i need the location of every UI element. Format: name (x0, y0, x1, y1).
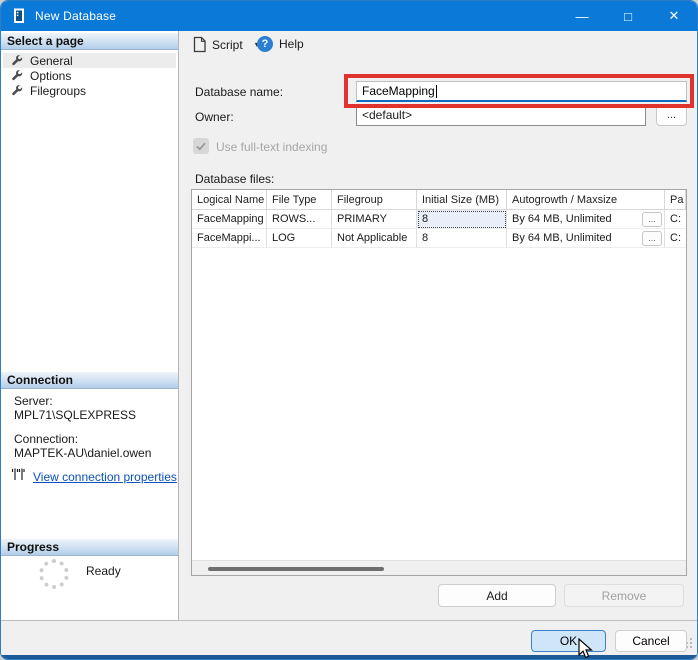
table-row: FaceMappi... LOG Not Applicable 8 By 64 … (192, 229, 686, 248)
grid-header-row: Logical Name File Type Filegroup Initial… (192, 190, 686, 210)
close-button[interactable]: ✕ (651, 1, 697, 31)
help-button[interactable]: ? Help (257, 36, 304, 52)
scrollbar-thumb[interactable] (208, 567, 384, 571)
mouse-cursor (577, 638, 593, 660)
sidebar-item-filegroups[interactable]: Filegroups (3, 83, 176, 98)
cell-logical-name[interactable]: FaceMapping (192, 210, 267, 229)
select-page-header: Select a page (1, 33, 178, 50)
wrench-icon (11, 54, 24, 67)
cell-logical-name[interactable]: FaceMappi... (192, 229, 267, 248)
progress-status: Ready (86, 564, 121, 578)
help-icon: ? (257, 36, 273, 52)
database-name-value: FaceMapping (362, 84, 435, 98)
remove-button: Remove (564, 584, 684, 607)
sidebar-item-options[interactable]: Options (3, 68, 176, 83)
connection-label: Connection: (14, 432, 78, 446)
minimize-button[interactable]: — (559, 1, 605, 31)
connection-header: Connection (1, 372, 178, 389)
cancel-button[interactable]: Cancel (615, 630, 687, 652)
cell-filegroup[interactable]: PRIMARY (332, 210, 417, 229)
sidebar: Select a page General Options Filegroups… (1, 31, 179, 622)
ok-button[interactable]: OK (531, 630, 606, 652)
wrench-icon (11, 69, 24, 82)
help-label: Help (279, 37, 304, 51)
sidebar-item-general[interactable]: General (3, 53, 176, 68)
fulltext-label: Use full-text indexing (216, 140, 327, 154)
server-label: Server: (14, 394, 53, 408)
cell-file-type[interactable]: LOG (267, 229, 332, 248)
autogrowth-browse-button[interactable]: ... (642, 231, 662, 246)
script-icon (192, 36, 207, 53)
sidebar-item-label: Options (30, 69, 71, 83)
view-connection-properties-row: View connection properties (11, 468, 177, 486)
owner-label: Owner: (195, 110, 234, 124)
script-label: Script (212, 38, 243, 52)
cell-initial-size[interactable]: 8 (417, 210, 507, 229)
cell-path[interactable]: C: (665, 229, 686, 248)
database-files-label: Database files: (195, 172, 274, 186)
cell-file-type[interactable]: ROWS... (267, 210, 332, 229)
autogrowth-browse-button[interactable]: ... (642, 212, 662, 227)
wrench-icon (11, 84, 24, 97)
column-header: File Type (267, 190, 332, 210)
connection-properties-icon (11, 468, 26, 486)
fulltext-checkbox (193, 138, 209, 154)
connection-value: MAPTEK-AU\daniel.owen (14, 446, 151, 460)
database-name-label: Database name: (195, 85, 283, 99)
progress-header: Progress (1, 539, 178, 556)
server-value: MPL71\SQLEXPRESS (14, 408, 136, 422)
sidebar-item-label: Filegroups (30, 84, 86, 98)
column-header: Pa (665, 190, 686, 210)
add-button[interactable]: Add (438, 584, 556, 607)
script-button[interactable]: Script ▾ (192, 36, 259, 53)
table-row: FaceMapping ROWS... PRIMARY 8 By 64 MB, … (192, 210, 686, 229)
sidebar-item-label: General (30, 54, 73, 68)
horizontal-scrollbar[interactable] (192, 560, 686, 575)
column-header: Logical Name (192, 190, 267, 210)
autogrowth-value: By 64 MB, Unlimited (512, 232, 612, 244)
owner-value: <default> (362, 108, 412, 122)
column-header: Filegroup (332, 190, 417, 210)
column-header: Initial Size (MB) (417, 190, 507, 210)
column-header: Autogrowth / Maxsize (507, 190, 665, 210)
maximize-button[interactable]: □ (605, 1, 651, 31)
title-bar: New Database — □ ✕ (1, 1, 697, 31)
progress-spinner-icon (39, 559, 69, 589)
database-name-input[interactable]: FaceMapping (356, 81, 687, 102)
new-database-dialog: New Database — □ ✕ Select a page General… (0, 0, 698, 660)
autogrowth-value: By 64 MB, Unlimited (512, 213, 612, 225)
cell-autogrowth[interactable]: By 64 MB, Unlimited ... (507, 210, 665, 229)
cell-filegroup[interactable]: Not Applicable (332, 229, 417, 248)
cell-path[interactable]: C: (665, 210, 686, 229)
view-connection-properties-link[interactable]: View connection properties (33, 470, 177, 484)
cell-autogrowth[interactable]: By 64 MB, Unlimited ... (507, 229, 665, 248)
text-cursor (436, 85, 437, 98)
cell-initial-size[interactable]: 8 (417, 229, 507, 248)
window-title: New Database (35, 9, 116, 23)
dialog-icon (13, 8, 27, 24)
database-files-grid: Logical Name File Type Filegroup Initial… (191, 189, 687, 576)
main-panel: Script ▾ ? Help Database name: FaceMappi… (179, 31, 698, 622)
